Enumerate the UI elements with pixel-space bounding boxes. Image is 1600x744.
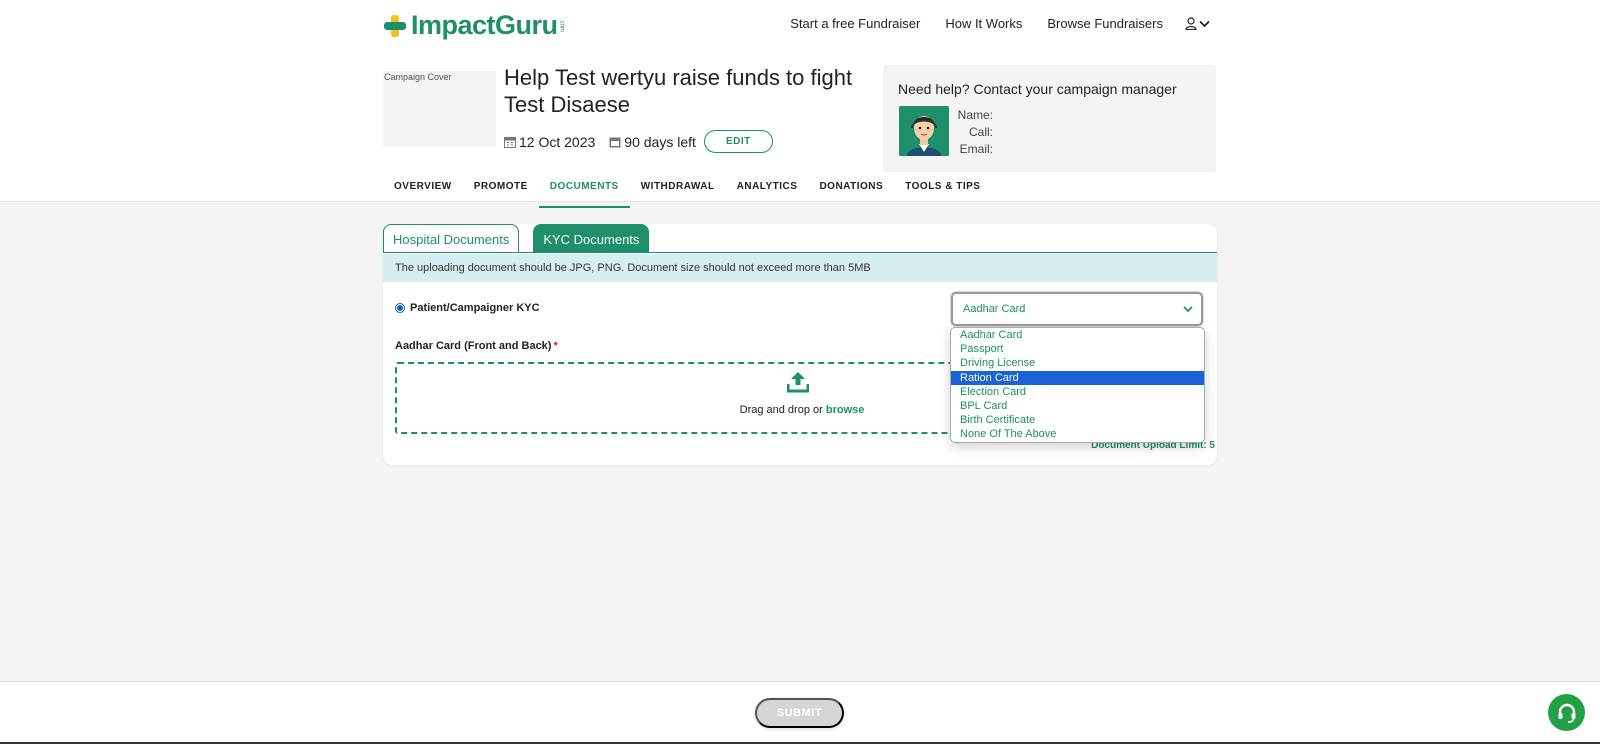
upload-notice: The uploading document should be JPG, PN… bbox=[383, 254, 1217, 282]
tab-withdrawal[interactable]: WITHDRAWAL bbox=[630, 178, 726, 208]
document-field-label: Aadhar Card (Front and Back) * bbox=[395, 340, 558, 352]
radio-selected[interactable] bbox=[395, 303, 405, 313]
nav-start-fundraiser[interactable]: Start a free Fundraiser bbox=[790, 16, 920, 31]
manager-email-label: Email: bbox=[959, 142, 993, 156]
chevron-down-icon bbox=[1183, 305, 1193, 312]
tab-divider bbox=[383, 252, 1217, 253]
logo-text: ImpactGuru bbox=[411, 10, 558, 40]
document-type-tabs: Hospital Documents KYC Documents bbox=[383, 224, 650, 253]
headset-icon bbox=[1558, 703, 1575, 723]
option-birth-certificate[interactable]: Birth Certificate bbox=[951, 413, 1204, 427]
tab-promote[interactable]: PROMOTE bbox=[463, 178, 539, 208]
nav-how-it-works[interactable]: How It Works bbox=[945, 16, 1022, 31]
document-field-text: Aadhar Card (Front and Back) bbox=[395, 340, 552, 352]
campaign-date: 12 Oct 2023 bbox=[504, 134, 595, 150]
option-ration-card[interactable]: Ration Card bbox=[951, 370, 1204, 385]
logo-suffix: .com bbox=[558, 18, 565, 32]
browse-link[interactable]: browse bbox=[826, 404, 865, 416]
calendar-icon bbox=[504, 136, 516, 148]
kyc-document-dropdown: Aadhar Card Passport Driving License Rat… bbox=[950, 327, 1205, 443]
help-title: Need help? Contact your campaign manager bbox=[898, 81, 1177, 97]
tab-analytics[interactable]: ANALYTICS bbox=[726, 178, 809, 208]
tab-hospital-documents[interactable]: Hospital Documents bbox=[383, 224, 520, 253]
header: ImpactGuru .com Start a free Fundraiser … bbox=[0, 0, 1600, 208]
upload-icon bbox=[787, 372, 809, 393]
manager-name-label: Name: bbox=[957, 108, 993, 122]
kyc-radio-option[interactable]: Patient/Campaigner KYC bbox=[395, 302, 540, 314]
footer-bar: SUBMIT bbox=[0, 681, 1600, 744]
logo-cross-icon bbox=[383, 14, 407, 38]
option-passport[interactable]: Passport bbox=[951, 342, 1204, 356]
user-menu[interactable] bbox=[1185, 17, 1210, 30]
manager-contact-labels: Name: Call: Email: bbox=[955, 107, 993, 158]
support-chat-button[interactable] bbox=[1548, 694, 1585, 731]
campaign-days-left: 90 days left bbox=[609, 134, 696, 150]
dropzone-instruction: Drag and drop or bbox=[739, 404, 826, 416]
submit-button[interactable]: SUBMIT bbox=[755, 698, 844, 728]
user-icon bbox=[1185, 17, 1197, 30]
option-bpl-card[interactable]: BPL Card bbox=[951, 399, 1204, 413]
help-panel: Need help? Contact your campaign manager… bbox=[883, 65, 1216, 172]
edit-campaign-button[interactable]: EDIT bbox=[703, 130, 773, 153]
option-aadhar-card[interactable]: Aadhar Card bbox=[951, 328, 1204, 342]
option-none-of-the-above[interactable]: None Of The Above bbox=[951, 427, 1204, 441]
nav-browse-fundraisers[interactable]: Browse Fundraisers bbox=[1047, 16, 1163, 31]
tab-overview[interactable]: OVERVIEW bbox=[383, 178, 463, 208]
campaign-meta: 12 Oct 2023 90 days left EDIT bbox=[504, 130, 773, 153]
kyc-document-select[interactable]: Aadhar Card bbox=[951, 292, 1203, 326]
kyc-select-value: Aadhar Card bbox=[963, 303, 1026, 315]
kyc-radio-label: Patient/Campaigner KYC bbox=[410, 302, 540, 314]
chevron-down-icon bbox=[1199, 20, 1210, 27]
calendar-filled-icon bbox=[609, 137, 621, 147]
required-marker: * bbox=[553, 340, 558, 352]
tab-documents[interactable]: DOCUMENTS bbox=[538, 178, 630, 208]
top-navigation: Start a free Fundraiser How It Works Bro… bbox=[765, 16, 1210, 31]
campaign-title: Help Test wertyu raise funds to fight Te… bbox=[504, 65, 853, 117]
option-election-card[interactable]: Election Card bbox=[951, 385, 1204, 399]
tab-donations[interactable]: DONATIONS bbox=[808, 178, 894, 208]
tab-tools-tips[interactable]: TOOLS & TIPS bbox=[894, 178, 991, 208]
impactguru-logo[interactable]: ImpactGuru .com bbox=[383, 10, 565, 41]
campaign-date-text: 12 Oct 2023 bbox=[519, 133, 596, 150]
campaign-cover-image: Campaign Cover bbox=[383, 71, 496, 147]
tab-kyc-documents[interactable]: KYC Documents bbox=[533, 224, 650, 253]
option-driving-license[interactable]: Driving License bbox=[951, 356, 1204, 370]
manager-call-label: Call: bbox=[968, 125, 993, 139]
campaign-manager-avatar bbox=[899, 106, 949, 156]
campaign-tabs: OVERVIEW PROMOTE DOCUMENTS WITHDRAWAL AN… bbox=[383, 178, 991, 208]
days-left-text: 90 days left bbox=[624, 133, 696, 150]
